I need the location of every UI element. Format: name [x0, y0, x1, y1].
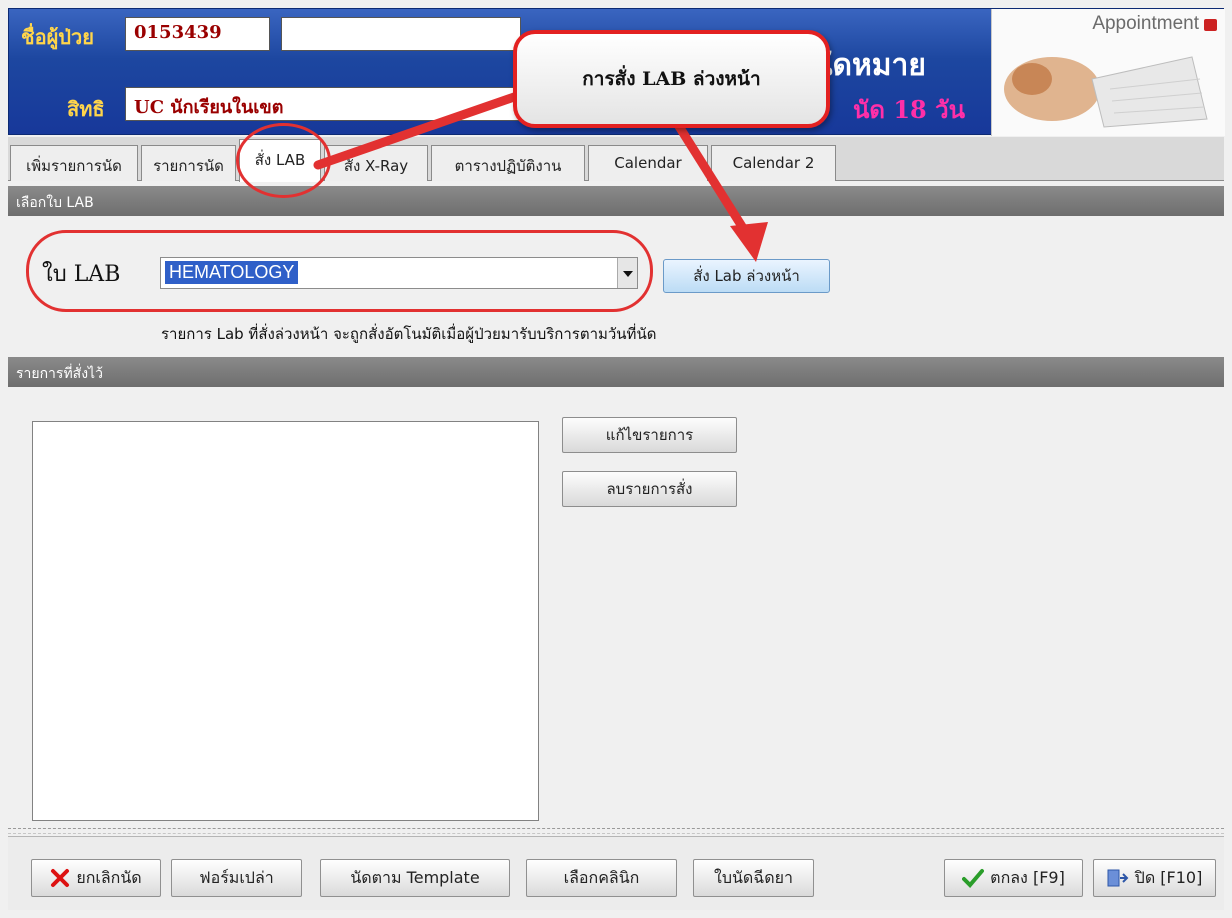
tab-work-schedule[interactable]: ตารางปฏิบัติงาน — [431, 145, 585, 181]
chevron-down-icon[interactable] — [617, 258, 637, 288]
separator — [8, 828, 1224, 834]
lab-note: รายการ Lab ที่สั่งล่วงหน้า จะถูกสั่งอัตโ… — [161, 325, 657, 343]
tab-bar: เพิ่มรายการนัด รายการนัด สั่ง LAB สั่ง X… — [8, 137, 1224, 182]
lab-field-label: ใบ LAB — [42, 262, 121, 287]
rights-label: สิทธิ — [67, 97, 105, 121]
appointment-banner[interactable]: Appointment — [991, 9, 1225, 136]
tab-appointment-list[interactable]: รายการนัด — [141, 145, 236, 181]
tab-order-lab[interactable]: สั่ง LAB — [239, 139, 321, 182]
blank-form-button[interactable]: ฟอร์มเปล่า — [171, 859, 302, 897]
close-icon — [51, 869, 70, 887]
patient-id-field[interactable]: 0153439 — [125, 17, 270, 51]
tab-add-appointment[interactable]: เพิ่มรายการนัด — [10, 145, 138, 181]
patient-label: ชื่อผู้ป่วย — [21, 25, 94, 49]
ordered-section-header: รายการที่สั่งไว้ — [8, 357, 1224, 387]
appointment-days: นัด 18 วัน — [853, 95, 965, 124]
rights-field[interactable]: UC นักเรียนในเขต — [125, 87, 521, 121]
select-clinic-button[interactable]: เลือกคลินิก — [526, 859, 677, 897]
lab-select[interactable]: HEMATOLOGY — [160, 257, 638, 289]
callout-box: การสั่ง LAB ล่วงหน้า — [513, 30, 830, 128]
tab-calendar[interactable]: Calendar — [588, 145, 708, 181]
ok-button[interactable]: ตกลง [F9] — [944, 859, 1083, 897]
tab-calendar-2[interactable]: Calendar 2 — [711, 145, 836, 181]
cancel-label: ยกเลิกนัด — [76, 867, 142, 887]
edit-item-button[interactable]: แก้ไขรายการ — [562, 417, 737, 453]
order-lab-button[interactable]: สั่ง Lab ล่วงหน้า — [663, 259, 830, 293]
exit-door-icon — [1107, 869, 1129, 887]
tab-order-xray[interactable]: สั่ง X-Ray — [324, 145, 428, 181]
calendar-photo-icon — [1004, 56, 1208, 128]
template-button[interactable]: นัดตาม Template — [320, 859, 510, 897]
appointment-window: ชื่อผู้ป่วย 0153439 สิทธิ UC นักเรียนในเ… — [0, 0, 1232, 918]
lab-select-value: HEMATOLOGY — [165, 261, 299, 284]
delete-item-button[interactable]: ลบรายการสั่ง — [562, 471, 737, 507]
lab-section-header: เลือกใบ LAB — [8, 186, 1224, 216]
injection-slip-button[interactable]: ใบนัดฉีดยา — [693, 859, 814, 897]
ordered-list[interactable] — [32, 421, 539, 821]
ok-label: ตกลง [F9] — [990, 867, 1065, 887]
close-label: ปิด [F10] — [1134, 867, 1203, 887]
close-button[interactable]: ปิด [F10] — [1093, 859, 1216, 897]
checkmark-icon — [962, 869, 985, 888]
patient-name-field[interactable] — [281, 17, 521, 51]
cancel-appointment-button[interactable]: ยกเลิกนัด — [31, 859, 161, 897]
